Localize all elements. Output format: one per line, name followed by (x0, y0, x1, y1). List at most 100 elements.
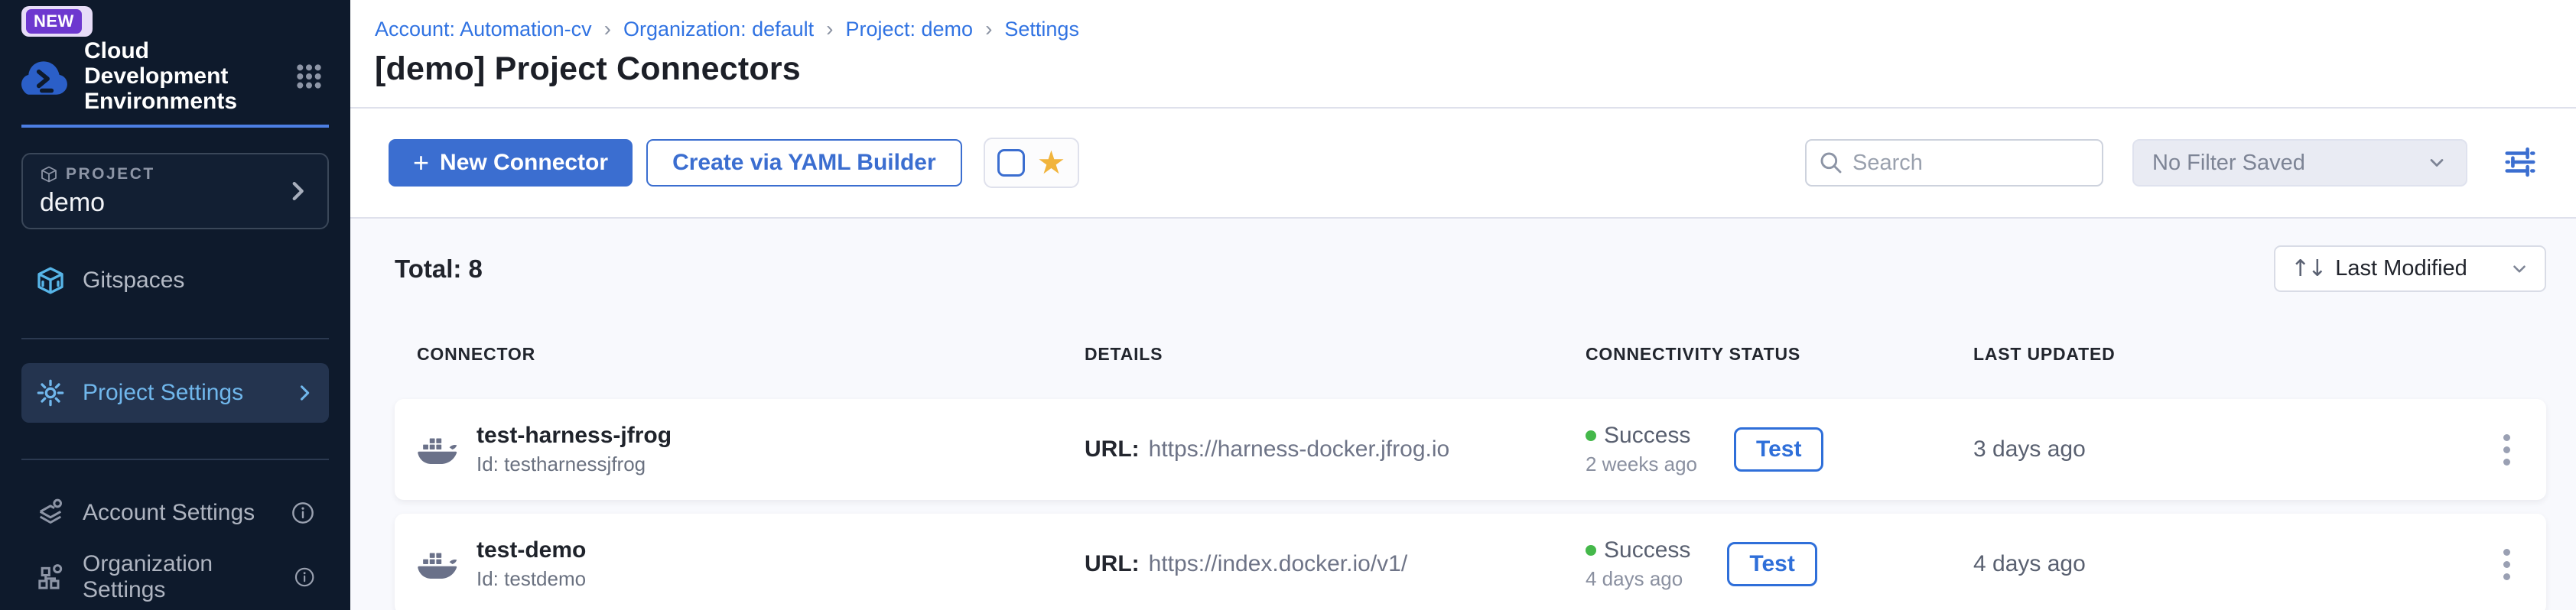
star-icon[interactable]: ★ (1037, 147, 1066, 179)
row-menu-kebab-icon[interactable] (2497, 428, 2516, 472)
chevron-right-icon (285, 178, 311, 204)
connector-cell: test-demo Id: testdemo (417, 537, 1085, 591)
table-row[interactable]: test-harness-jfrog Id: testharnessjfrog … (395, 399, 2546, 500)
project-cube-icon (40, 165, 58, 183)
last-updated-cell: 3 days ago (1973, 436, 2467, 462)
status-time: 4 days ago (1586, 567, 1690, 591)
sidebar-item-label: Gitspaces (83, 268, 184, 294)
sidebar-item-label: Organization Settings (83, 551, 277, 603)
breadcrumb: Account: Automation-cv › Organization: d… (375, 17, 2576, 41)
url-value: https://index.docker.io/v1/ (1149, 551, 1408, 577)
breadcrumb-separator: › (985, 17, 992, 41)
new-connector-button[interactable]: + New Connector (389, 139, 633, 187)
sidebar-divider (21, 338, 329, 339)
sidebar-item-gitspaces[interactable]: Gitspaces (21, 258, 329, 303)
sidebar-item-organization-settings[interactable]: Organization Settings (21, 555, 329, 599)
sidebar: NEW Cloud Development Environments (0, 0, 350, 610)
favorites-checkbox[interactable] (997, 149, 1025, 177)
success-status-dot (1586, 545, 1596, 556)
cloud-logo-icon (21, 58, 69, 96)
page-title: [demo] Project Connectors (375, 50, 2576, 88)
test-connection-button[interactable]: Test (1734, 427, 1823, 472)
column-header-connectivity-status: CONNECTIVITY STATUS (1586, 344, 1973, 365)
docker-icon (417, 547, 461, 582)
chevron-down-icon (2426, 152, 2448, 174)
breadcrumb-separator: › (604, 17, 611, 41)
url-value: https://harness-docker.jfrog.io (1149, 436, 1450, 462)
url-label: URL: (1085, 551, 1140, 577)
favorites-filter-widget: ★ (984, 138, 1080, 188)
project-label: PROJECT (66, 165, 155, 183)
docker-icon (417, 432, 461, 467)
details-cell: URL: https://index.docker.io/v1/ (1085, 551, 1586, 577)
gear-icon (35, 378, 66, 408)
info-icon[interactable] (294, 565, 315, 589)
sidebar-item-account-settings[interactable]: Account Settings (21, 491, 329, 535)
sidebar-item-label: Project Settings (83, 380, 243, 406)
sidebar-item-project-settings[interactable]: Project Settings (21, 363, 329, 423)
new-connector-label: New Connector (440, 150, 608, 176)
table-header-row: CONNECTOR DETAILS CONNECTIVITY STATUS LA… (395, 342, 2546, 365)
search-box (1805, 139, 2103, 187)
connector-cell: test-harness-jfrog Id: testharnessjfrog (417, 423, 1085, 476)
chevron-right-icon (294, 382, 315, 404)
row-menu-kebab-icon[interactable] (2497, 543, 2516, 586)
table-row[interactable]: test-demo Id: testdemo URL: https://inde… (395, 514, 2546, 610)
toolbar: + New Connector Create via YAML Builder … (350, 109, 2576, 219)
total-count: Total: 8 (395, 255, 483, 284)
connector-list-section: Total: 8 ↑↓ Last Modified CONNECTOR DETA… (350, 219, 2576, 610)
account-settings-layers-icon (35, 498, 66, 528)
sidebar-divider (21, 459, 329, 460)
connectivity-status-cell: Success 4 days ago Test (1586, 537, 1973, 591)
saved-filter-dropdown[interactable]: No Filter Saved (2132, 139, 2467, 187)
sort-label: Last Modified (2335, 256, 2467, 281)
filter-sliders-icon (2503, 144, 2538, 180)
column-header-last-updated: LAST UPDATED (1973, 344, 2467, 365)
create-via-yaml-button[interactable]: Create via YAML Builder (646, 139, 962, 187)
new-badge: NEW (26, 9, 82, 34)
details-cell: URL: https://harness-docker.jfrog.io (1085, 436, 1586, 462)
toolbar-right: No Filter Saved (1805, 139, 2539, 187)
gitspaces-cube-icon (35, 265, 66, 296)
info-icon[interactable] (291, 501, 315, 525)
connector-id: Id: testharnessjfrog (476, 453, 672, 476)
test-connection-button[interactable]: Test (1727, 542, 1817, 586)
sidebar-nav: Gitspaces Project Settings (21, 229, 329, 599)
connector-name: test-demo (476, 537, 586, 563)
breadcrumb-project-link[interactable]: Project: demo (845, 18, 973, 41)
status-time: 2 weeks ago (1586, 453, 1697, 476)
page-header: Account: Automation-cv › Organization: d… (350, 0, 2576, 109)
connector-id: Id: testdemo (476, 567, 586, 591)
url-label: URL: (1085, 436, 1140, 462)
search-input[interactable] (1852, 151, 2082, 176)
last-updated-cell: 4 days ago (1973, 551, 2467, 577)
logo-section: NEW Cloud Development Environments (21, 0, 329, 128)
sidebar-item-label: Account Settings (83, 500, 255, 526)
apps-grid-icon[interactable] (294, 61, 324, 92)
project-name: demo (40, 188, 155, 218)
breadcrumb-separator: › (826, 17, 833, 41)
breadcrumb-account-link[interactable]: Account: Automation-cv (375, 18, 592, 41)
breadcrumb-organization-link[interactable]: Organization: default (623, 18, 814, 41)
app-window: NEW Cloud Development Environments (0, 0, 2576, 610)
new-badge-container: NEW (21, 6, 93, 37)
sort-dropdown[interactable]: ↑↓ Last Modified (2274, 245, 2546, 292)
main-area: Account: Automation-cv › Organization: d… (350, 0, 2576, 610)
organization-settings-icon (35, 562, 66, 592)
chevron-down-icon (2509, 259, 2529, 279)
list-summary-bar: Total: 8 ↑↓ Last Modified (395, 245, 2546, 292)
project-selector[interactable]: PROJECT demo (21, 153, 329, 229)
sort-arrows-icon: ↑↓ (2291, 255, 2324, 282)
status-text: Success (1604, 537, 1690, 563)
column-header-connector: CONNECTOR (417, 344, 1085, 365)
success-status-dot (1586, 430, 1596, 441)
filter-settings-button[interactable] (2501, 144, 2539, 182)
search-icon (1819, 151, 1843, 175)
saved-filter-label: No Filter Saved (2152, 151, 2305, 176)
column-header-details: DETAILS (1085, 344, 1586, 365)
product-name: Cloud Development Environments (84, 38, 272, 114)
connector-name: test-harness-jfrog (476, 423, 672, 449)
status-text: Success (1604, 423, 1690, 449)
breadcrumb-settings-link[interactable]: Settings (1004, 18, 1079, 41)
connectivity-status-cell: Success 2 weeks ago Test (1586, 423, 1973, 476)
